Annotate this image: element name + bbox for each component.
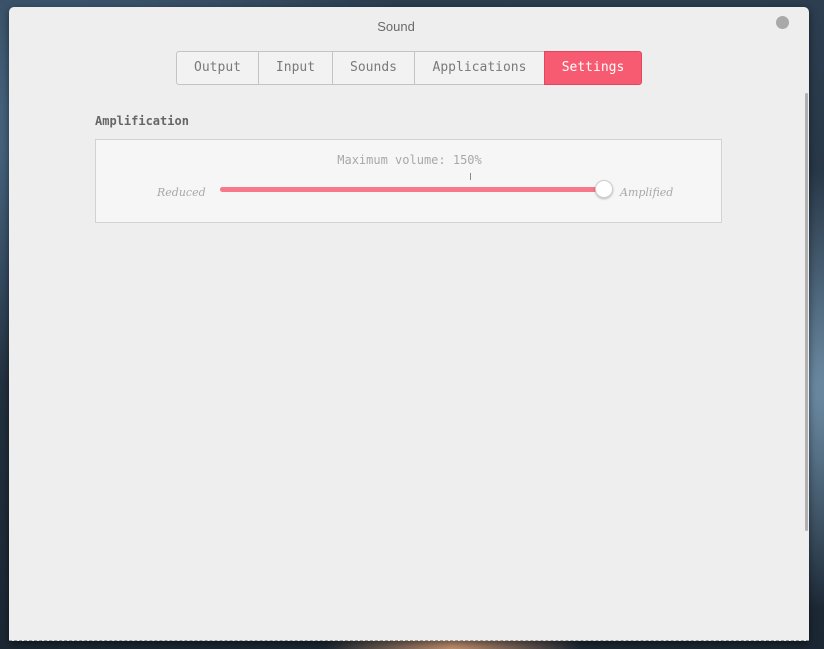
sound-settings-window: Sound Output Input Sounds Applications S…: [9, 7, 809, 641]
tab-applications[interactable]: Applications: [414, 51, 545, 85]
bottom-edge-divider: [9, 640, 809, 641]
tab-bar: Output Input Sounds Applications Setting…: [176, 51, 642, 85]
slider-default-mark: [470, 173, 471, 180]
tab-input[interactable]: Input: [258, 51, 333, 85]
max-volume-slider[interactable]: [220, 173, 613, 200]
close-icon[interactable]: [776, 16, 789, 29]
window-title: Sound: [377, 19, 415, 34]
vertical-scrollbar[interactable]: [805, 93, 808, 531]
tab-output[interactable]: Output: [176, 51, 259, 85]
slider-thumb[interactable]: [595, 180, 613, 198]
tab-settings[interactable]: Settings: [544, 51, 642, 85]
amplification-section-title: Amplification: [95, 114, 189, 128]
maximum-volume-caption: Maximum volume: 150%: [337, 153, 482, 167]
slider-fill: [220, 187, 605, 192]
tab-sounds[interactable]: Sounds: [332, 51, 415, 85]
title-bar[interactable]: Sound: [9, 7, 809, 45]
amplification-panel: Maximum volume: 150% Reduced Amplified: [95, 139, 722, 223]
amplified-label: Amplified: [620, 186, 674, 199]
reduced-label: Reduced: [157, 186, 206, 199]
